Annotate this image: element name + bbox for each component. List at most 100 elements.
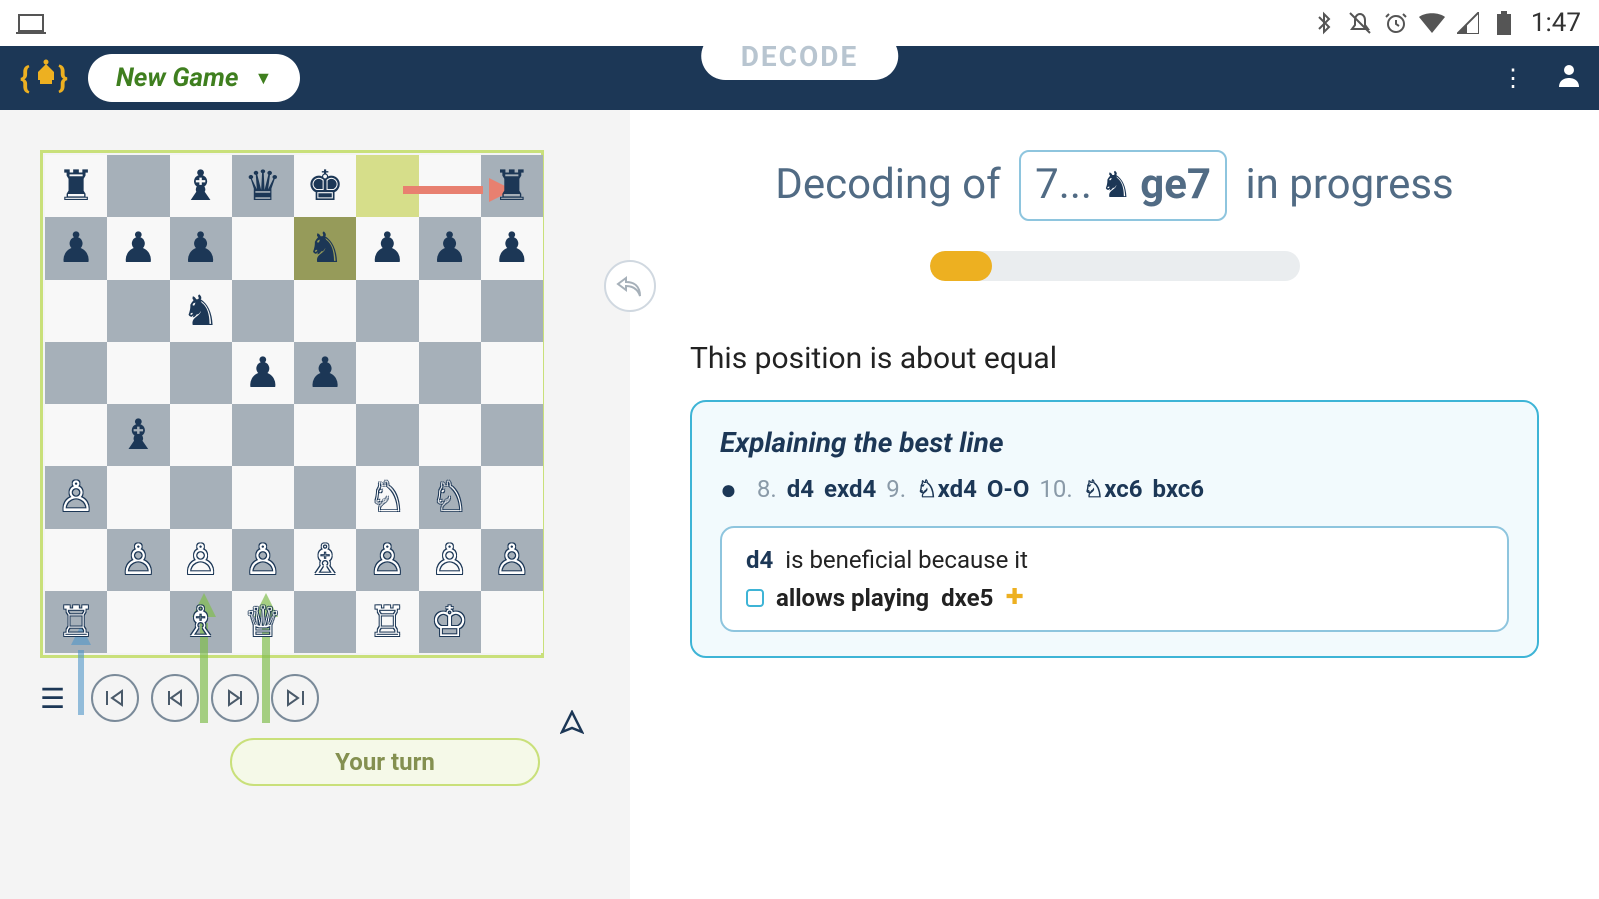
nav-last-button[interactable] [271,674,319,722]
move-notation[interactable]: bxc6 [1153,475,1205,503]
board-square[interactable]: ♖ [356,591,418,653]
board-square[interactable] [294,466,356,528]
board-square[interactable] [45,280,107,342]
board-square[interactable]: ♙ [45,466,107,528]
board-square[interactable] [294,591,356,653]
board-square[interactable] [107,342,169,404]
decode-tab[interactable]: DECODE [701,32,899,80]
board-square[interactable] [294,404,356,466]
move-notation[interactable]: exd4 [824,475,876,503]
chess-piece[interactable]: ♖ [57,597,95,647]
plus-icon[interactable]: ✚ [1005,585,1023,610]
board-square[interactable]: ♟ [294,342,356,404]
board-square[interactable]: ♙ [481,529,543,591]
board-square[interactable]: ♙ [419,529,481,591]
nav-prev-button[interactable] [151,674,199,722]
board-square[interactable]: ♟ [45,217,107,279]
board-square[interactable]: ♖ [45,591,107,653]
chess-piece[interactable]: ♟ [306,348,344,398]
new-game-button[interactable]: New Game ▼ [88,54,300,102]
board-square[interactable]: ♟ [107,217,169,279]
board-square[interactable]: ♙ [170,529,232,591]
board-square[interactable] [419,280,481,342]
board-square[interactable] [170,466,232,528]
board-square[interactable] [45,529,107,591]
board-square[interactable]: ♙ [232,529,294,591]
board-square[interactable]: ♚ [294,155,356,217]
board-square[interactable]: ♗ [170,591,232,653]
board-square[interactable]: ♟ [356,217,418,279]
nav-first-button[interactable] [91,674,139,722]
board-square[interactable] [481,280,543,342]
board-square[interactable] [45,342,107,404]
board-square[interactable] [107,155,169,217]
board-square[interactable]: ♙ [107,529,169,591]
checkbox-icon[interactable] [746,589,764,607]
board-square[interactable] [107,591,169,653]
move-notation[interactable]: O-O [987,475,1030,503]
board-square[interactable]: ♝ [170,155,232,217]
chess-piece[interactable]: ♟ [182,223,220,273]
board-square[interactable] [356,404,418,466]
chess-piece[interactable]: ♟ [493,223,531,273]
board-square[interactable]: ♕ [232,591,294,653]
board-square[interactable] [481,591,543,653]
chess-piece[interactable]: ♛ [244,161,282,211]
chess-piece[interactable]: ♘ [431,472,469,522]
board-square[interactable] [419,155,481,217]
chess-piece[interactable]: ♟ [431,223,469,273]
board-square[interactable]: ♘ [419,466,481,528]
nav-next-button[interactable] [211,674,259,722]
board-square[interactable]: ♘ [356,466,418,528]
board-square[interactable]: ♜ [45,155,107,217]
chess-piece[interactable]: ♗ [306,535,344,585]
chess-piece[interactable]: ♝ [182,161,220,211]
board-square[interactable]: ♟ [481,217,543,279]
board-square[interactable] [232,404,294,466]
chess-piece[interactable]: ♖ [369,597,407,647]
move-notation[interactable]: ♘xd4 [916,475,977,503]
board-square[interactable]: ♙ [356,529,418,591]
chess-piece[interactable]: ♙ [57,472,95,522]
chess-piece[interactable]: ♟ [244,348,282,398]
board-square[interactable]: ♝ [107,404,169,466]
board-square[interactable] [232,217,294,279]
move-notation[interactable]: d4 [787,475,814,503]
board-square[interactable]: ♗ [294,529,356,591]
chess-board[interactable]: ♜♝♛♚♜♟♟♟♞♟♟♟♞♟♟♝♙♘♘♙♙♙♗♙♙♙♖♗♕♖♔ [40,150,544,658]
chess-piece[interactable]: ♙ [182,535,220,585]
chess-piece[interactable]: ♙ [431,535,469,585]
chess-piece[interactable]: ♗ [182,597,220,647]
chess-piece[interactable]: ♙ [244,535,282,585]
board-square[interactable] [356,155,418,217]
board-square[interactable]: ♞ [170,280,232,342]
board-square[interactable] [232,466,294,528]
board-square[interactable] [107,466,169,528]
chess-piece[interactable]: ♜ [493,161,531,211]
chess-piece[interactable]: ♝ [120,410,158,460]
chess-piece[interactable]: ♙ [369,535,407,585]
board-square[interactable] [356,342,418,404]
board-square[interactable]: ♜ [481,155,543,217]
board-square[interactable]: ♞ [294,217,356,279]
board-square[interactable] [481,342,543,404]
chess-piece[interactable]: ♟ [369,223,407,273]
chess-piece[interactable]: ♟ [120,223,158,273]
board-square[interactable] [170,404,232,466]
board-square[interactable]: ♟ [170,217,232,279]
chess-piece[interactable]: ♕ [244,597,282,647]
board-square[interactable] [419,342,481,404]
more-vert-icon[interactable]: ⋮ [1501,64,1525,92]
board-square[interactable] [481,466,543,528]
board-square[interactable] [419,404,481,466]
chess-piece[interactable]: ♞ [306,223,344,273]
chess-piece[interactable]: ♟ [57,223,95,273]
board-square[interactable] [45,404,107,466]
menu-icon[interactable]: ☰ [40,682,65,715]
chess-piece[interactable]: ♚ [306,161,344,211]
chess-piece[interactable]: ♜ [57,161,95,211]
reply-button[interactable] [604,260,656,312]
chess-piece[interactable]: ♔ [431,597,469,647]
board-square[interactable]: ♟ [232,342,294,404]
board-square[interactable] [107,280,169,342]
